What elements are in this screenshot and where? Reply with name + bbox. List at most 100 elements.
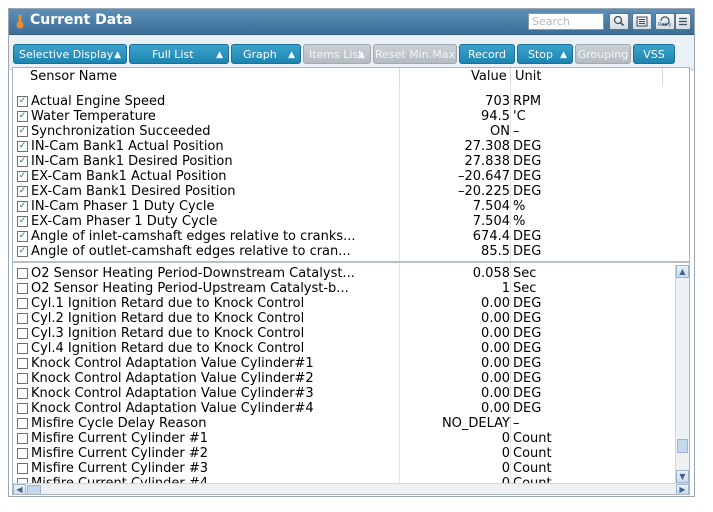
column-header-unit[interactable]: Unit xyxy=(515,69,541,84)
sensor-value: 0.00 xyxy=(481,341,510,356)
table-row[interactable]: ✓ Synchronization Succeeded ON – xyxy=(13,124,673,139)
checked-checkbox[interactable]: ✓ xyxy=(17,216,28,227)
table-row[interactable]: Cyl.1 Ignition Retard due to Knock Contr… xyxy=(13,296,673,311)
graph-button[interactable]: Graph ▲︎ xyxy=(231,44,301,64)
retry-icon[interactable]: Retry xyxy=(655,13,675,30)
sensor-unit: DEG xyxy=(513,356,542,371)
grouping-button[interactable]: Grouping xyxy=(575,44,631,64)
reset-min-max-button[interactable]: Reset Min.Max xyxy=(373,44,457,64)
table-row[interactable]: O2 Sensor Heating Period-Upstream Cataly… xyxy=(13,281,673,296)
table-row[interactable]: ✓ Angle of inlet-camshaft edges relative … xyxy=(13,229,673,244)
scroll-thumb[interactable] xyxy=(677,439,688,453)
table-row[interactable]: ✓ EX-Cam Phaser 1 Duty Cycle 7.504% xyxy=(13,214,673,229)
sensor-name: O2 Sensor Heating Period-Downstream Cata… xyxy=(31,266,355,281)
unchecked-checkbox[interactable] xyxy=(17,433,28,444)
unchecked-checkbox[interactable] xyxy=(17,313,28,324)
items-list-label: Items List xyxy=(309,48,363,61)
selective-display-button[interactable]: Selective Display ▲︎ xyxy=(13,44,127,64)
record-button[interactable]: Record xyxy=(459,44,515,64)
checked-checkbox[interactable]: ✓ xyxy=(17,126,28,137)
table-row[interactable]: ✓ EX-Cam Bank1 Desired Position –20.225 DEG xyxy=(13,184,673,199)
table-row[interactable]: Misfire Current Cylinder #2 0 Count xyxy=(13,446,673,461)
full-list-button[interactable]: Full List ▲︎ xyxy=(129,44,229,64)
unchecked-checkbox[interactable] xyxy=(17,298,28,309)
list-view-icon[interactable] xyxy=(632,13,652,30)
unchecked-checkbox[interactable] xyxy=(17,268,28,279)
horizontal-scrollbar[interactable]: ◀︎ ▶︎ xyxy=(13,483,689,494)
sensor-value: NO_DELAY xyxy=(441,416,510,431)
table-row[interactable]: Knock Control Adaptation Value Cylinder#… xyxy=(13,371,673,386)
table-row[interactable]: ✓ Actual Engine Speed 703 RPM xyxy=(13,94,673,109)
table-row[interactable]: Misfire Cycle Delay Reason NO_DELAY – xyxy=(13,416,673,431)
sensor-unit: DEG xyxy=(513,244,542,259)
sensor-unit: % xyxy=(513,214,526,229)
column-header-name[interactable]: Sensor Name xyxy=(30,69,117,84)
sensor-unit: – xyxy=(513,416,520,431)
checked-checkbox[interactable]: ✓ xyxy=(17,141,28,152)
table-row[interactable]: Knock Control Adaptation Value Cylinder#… xyxy=(13,386,673,401)
unchecked-checkbox[interactable] xyxy=(17,403,28,414)
table-row[interactable]: O2 Sensor Heating Period-Downstream Cata… xyxy=(13,266,673,281)
checked-checkbox[interactable]: ✓ xyxy=(17,96,28,107)
sensor-name: O2 Sensor Heating Period-Upstream Cataly… xyxy=(31,281,349,296)
items-list-button[interactable]: Items List ▲︎ xyxy=(303,44,371,64)
unchecked-checkbox[interactable] xyxy=(17,358,28,369)
unchecked-checkbox[interactable] xyxy=(17,463,28,474)
zoom-icon[interactable] xyxy=(609,13,629,30)
toolbar: Selective Display ▲︎ Full List ▲︎ Graph … xyxy=(9,35,694,70)
table-row[interactable]: ✓ Water Temperature 94.5 'C xyxy=(13,109,673,124)
horizontal-scroll-thumb[interactable] xyxy=(27,485,41,494)
table-row[interactable]: ✓ EX-Cam Bank1 Actual Position –20.647 DEG xyxy=(13,169,673,184)
unchecked-checkbox[interactable] xyxy=(17,283,28,294)
search-input[interactable]: Search xyxy=(528,13,604,30)
scroll-up-icon[interactable]: ▲︎ xyxy=(676,265,689,278)
sensor-name: Cyl.1 Ignition Retard due to Knock Contr… xyxy=(31,296,305,311)
unchecked-checkbox[interactable] xyxy=(17,388,28,399)
checked-checkbox[interactable]: ✓ xyxy=(17,201,28,212)
unchecked-checkbox[interactable] xyxy=(17,448,28,459)
table-row[interactable]: Cyl.3 Ignition Retard due to Knock Contr… xyxy=(13,326,673,341)
column-divider[interactable] xyxy=(399,68,400,85)
table-row[interactable]: ✓ IN-Cam Bank1 Actual Position 27.308 DEG xyxy=(13,139,673,154)
checked-checkbox[interactable]: ✓ xyxy=(17,171,28,182)
sensor-value: 0 xyxy=(501,461,510,476)
table-row[interactable]: Cyl.2 Ignition Retard due to Knock Contr… xyxy=(13,311,673,326)
table-row[interactable]: Misfire Current Cylinder #3 0 Count xyxy=(13,461,673,476)
reset-min-max-label: Reset Min.Max xyxy=(375,48,455,61)
scroll-left-icon[interactable]: ◀︎ xyxy=(13,484,26,494)
checked-checkbox[interactable]: ✓ xyxy=(17,156,28,167)
chevron-updown-icon: ▲︎ xyxy=(216,50,223,60)
unchecked-checkbox[interactable] xyxy=(17,328,28,339)
sensor-unit: – xyxy=(513,124,520,139)
section-divider xyxy=(13,261,689,263)
scroll-right-icon[interactable]: ▶︎ xyxy=(676,484,689,494)
table-row[interactable]: Cyl.4 Ignition Retard due to Knock Contr… xyxy=(13,341,673,356)
checked-checkbox[interactable]: ✓ xyxy=(17,231,28,242)
checked-checkbox[interactable]: ✓ xyxy=(17,186,28,197)
column-divider[interactable] xyxy=(662,68,663,85)
sensor-value: 0.00 xyxy=(481,386,510,401)
table-row[interactable]: ✓ IN-Cam Bank1 Desired Position 27.838 DEG xyxy=(13,154,673,169)
checked-checkbox[interactable]: ✓ xyxy=(17,246,28,257)
vertical-scrollbar[interactable]: ▲︎ ▼︎ xyxy=(675,265,689,484)
stop-button[interactable]: Stop ▲︎ xyxy=(517,44,573,64)
sensor-name: Misfire Current Cylinder #1 xyxy=(31,431,209,446)
sensor-unit: DEG xyxy=(513,139,542,154)
column-divider[interactable] xyxy=(510,68,511,85)
sensor-unit: DEG xyxy=(513,371,542,386)
table-row[interactable]: Knock Control Adaptation Value Cylinder#… xyxy=(13,401,673,416)
grouping-label: Grouping xyxy=(577,48,629,61)
menu-icon[interactable] xyxy=(675,13,691,30)
table-row[interactable]: ✓ IN-Cam Phaser 1 Duty Cycle 7.504% xyxy=(13,199,673,214)
vss-button[interactable]: VSS xyxy=(633,44,675,64)
unchecked-checkbox[interactable] xyxy=(17,418,28,429)
unchecked-checkbox[interactable] xyxy=(17,343,28,354)
table-row[interactable]: Knock Control Adaptation Value Cylinder#… xyxy=(13,356,673,371)
table-row[interactable]: ✓ Angle of outlet-camshaft edges relative… xyxy=(13,244,673,259)
table-row[interactable]: Misfire Current Cylinder #1 0 Count xyxy=(13,431,673,446)
unchecked-checkbox[interactable] xyxy=(17,373,28,384)
checked-checkbox[interactable]: ✓ xyxy=(17,111,28,122)
column-header-value[interactable]: Value xyxy=(471,69,507,84)
scroll-down-icon[interactable]: ▼︎ xyxy=(676,470,689,483)
sensor-unit: DEG xyxy=(513,229,542,244)
